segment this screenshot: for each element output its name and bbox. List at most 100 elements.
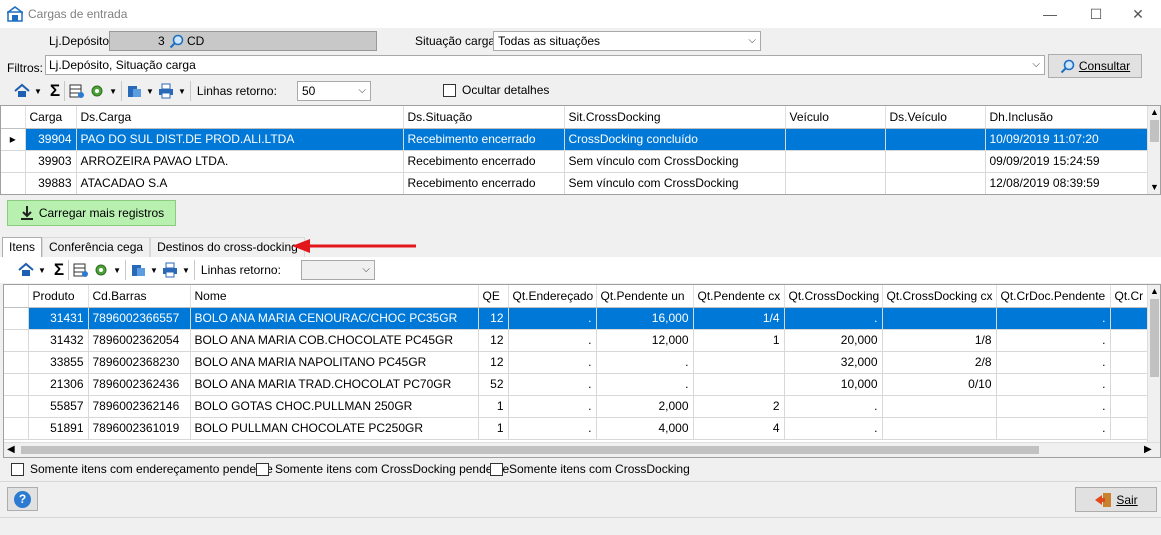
table-cell[interactable] [882, 307, 997, 330]
column-header[interactable]: Sit.CrossDocking [564, 106, 786, 129]
column-header[interactable]: Ds.Carga [76, 106, 404, 129]
checkbox-enderecamento-pendente[interactable]: Somente itens com endereçamento pendente [11, 462, 273, 476]
scroll-thumb[interactable] [1150, 299, 1159, 377]
table-cell[interactable]: 51891 [28, 417, 89, 440]
table-cell[interactable] [1110, 329, 1150, 352]
table-cell[interactable] [882, 395, 997, 418]
table-cell[interactable] [693, 373, 785, 396]
table-cell[interactable]: BOLO PULLMAN CHOCOLATE PC250GR [190, 417, 479, 440]
table-cell[interactable]: BOLO ANA MARIA CENOURAC/CHOC PC35GR [190, 307, 479, 330]
dropdown-arrow-icon[interactable]: ▼ [182, 266, 190, 275]
table-cell[interactable]: 1 [693, 329, 785, 352]
table-cell[interactable]: . [508, 329, 597, 352]
table-cell[interactable]: CrossDocking concluído [564, 128, 786, 151]
table-cell[interactable]: . [996, 307, 1111, 330]
table-cell[interactable]: . [996, 417, 1111, 440]
dropdown-arrow-icon[interactable]: ▼ [38, 266, 46, 275]
column-header[interactable]: Carga [25, 106, 77, 129]
table-cell[interactable]: 7896002362436 [88, 373, 191, 396]
table-row[interactable]: ▸ 39904 PAO DO SUL DIST.DE PROD.ALI.LTDA… [1, 128, 1148, 151]
scroll-right-icon[interactable]: ▶ [1144, 444, 1152, 455]
itens-vertical-scrollbar[interactable]: ▲ [1147, 285, 1160, 442]
table-cell[interactable] [785, 172, 886, 194]
tab-itens[interactable]: Itens [2, 237, 43, 257]
table-row[interactable]: 55857 7896002362146 BOLO GOTAS CHOC.PULL… [4, 395, 1150, 418]
scroll-up-icon[interactable]: ▲ [1150, 107, 1159, 117]
home-icon[interactable] [18, 262, 34, 278]
table-cell[interactable] [1110, 307, 1150, 330]
dropdown-arrow-icon[interactable]: ▼ [109, 87, 117, 96]
table-cell[interactable]: 7896002366557 [88, 307, 191, 330]
table-cell[interactable]: 52 [478, 373, 509, 396]
table-cell[interactable] [1110, 351, 1150, 374]
column-header[interactable]: Dh.Inclusão [985, 106, 1148, 129]
table-cell[interactable]: 7896002362146 [88, 395, 191, 418]
table-cell[interactable]: . [508, 417, 597, 440]
printer-icon[interactable] [162, 262, 178, 278]
linhas-retorno-select[interactable]: 50 ⌵ [297, 81, 371, 101]
table-cell[interactable]: . [996, 373, 1111, 396]
table-cell[interactable]: 33855 [28, 351, 89, 374]
table-cell[interactable]: 39883 [25, 172, 77, 194]
table-cell[interactable]: 2 [693, 395, 785, 418]
carregar-mais-button[interactable]: Carregar mais registros [7, 200, 176, 226]
minimize-button[interactable]: — [1027, 0, 1073, 28]
table-cell[interactable]: 12 [478, 329, 509, 352]
table-cell[interactable] [882, 417, 997, 440]
column-header[interactable]: Qt.CrossDocking [784, 285, 883, 308]
filtros-select[interactable]: Lj.Depósito, Situação carga ⌵ [45, 55, 1045, 75]
table-cell[interactable]: 09/09/2019 15:24:59 [985, 150, 1148, 173]
table-cell[interactable]: 1 [478, 395, 509, 418]
table-cell[interactable]: PAO DO SUL DIST.DE PROD.ALI.LTDA [76, 128, 404, 151]
table-cell[interactable]: 21306 [28, 373, 89, 396]
table-cell[interactable]: 0/10 [882, 373, 997, 396]
close-button[interactable]: ✕ [1115, 0, 1161, 28]
table-row[interactable]: 21306 7896002362436 BOLO ANA MARIA TRAD.… [4, 373, 1150, 396]
lj-deposito-field[interactable]: 3 CD [109, 31, 377, 51]
linhas-retorno-select[interactable]: ⌵ [301, 260, 375, 280]
scroll-left-icon[interactable]: ◀ [7, 444, 15, 455]
table-cell[interactable]: Recebimento encerrado [403, 128, 565, 151]
checkbox-crossdocking[interactable]: Somente itens com CrossDocking [490, 462, 690, 476]
table-cell[interactable]: ARROZEIRA PAVAO LTDA. [76, 150, 404, 173]
table-cell[interactable] [693, 351, 785, 374]
table-cell[interactable]: Recebimento encerrado [403, 150, 565, 173]
table-cell[interactable]: ATACADAO S.A [76, 172, 404, 194]
table-cell[interactable]: Sem vínculo com CrossDocking [564, 150, 786, 173]
table-cell[interactable]: 20,000 [784, 329, 883, 352]
scroll-thumb[interactable] [21, 446, 1039, 454]
checkbox-box[interactable] [490, 462, 503, 476]
table-cell[interactable]: 16,000 [596, 307, 694, 330]
column-header[interactable]: Ds.Situação [403, 106, 565, 129]
gear-icon[interactable] [89, 83, 105, 99]
table-cell[interactable]: BOLO ANA MARIA NAPOLITANO PC45GR [190, 351, 479, 374]
table-cell[interactable]: Sem vínculo com CrossDocking [564, 172, 786, 194]
home-icon[interactable] [14, 83, 30, 99]
table-cell[interactable]: 10/09/2019 11:07:20 [985, 128, 1148, 151]
table-row[interactable]: 31431 7896002366557 BOLO ANA MARIA CENOU… [4, 307, 1150, 330]
checkbox-box[interactable] [443, 83, 456, 97]
checkbox-crossdocking-pendente[interactable]: Somente itens com CrossDocking pendente [256, 462, 509, 476]
table-cell[interactable]: . [508, 307, 597, 330]
table-cell[interactable] [885, 150, 986, 173]
table-cell[interactable]: 2,000 [596, 395, 694, 418]
table-cell[interactable]: Recebimento encerrado [403, 172, 565, 194]
table-cell[interactable]: . [996, 329, 1111, 352]
table-cell[interactable]: 12/08/2019 08:39:59 [985, 172, 1148, 194]
table-cell[interactable] [785, 128, 886, 151]
table-cell[interactable]: BOLO ANA MARIA TRAD.CHOCOLAT PC70GR [190, 373, 479, 396]
table-row[interactable]: 33855 7896002368230 BOLO ANA MARIA NAPOL… [4, 351, 1150, 374]
search-icon[interactable] [169, 34, 184, 49]
maximize-button[interactable]: ☐ [1073, 0, 1119, 28]
table-row[interactable]: 31432 7896002362054 BOLO ANA MARIA COB.C… [4, 329, 1150, 352]
table-cell[interactable]: 39903 [25, 150, 77, 173]
gear-icon[interactable] [93, 262, 109, 278]
table-cell[interactable]: BOLO ANA MARIA COB.CHOCOLATE PC45GR [190, 329, 479, 352]
table-cell[interactable]: 1/4 [693, 307, 785, 330]
table-cell[interactable]: 7896002368230 [88, 351, 191, 374]
dropdown-arrow-icon[interactable]: ▼ [146, 87, 154, 96]
consultar-button[interactable]: Consultar [1048, 54, 1142, 78]
dropdown-arrow-icon[interactable]: ▼ [113, 266, 121, 275]
table-cell[interactable]: 39904 [25, 128, 77, 151]
table-cell[interactable] [885, 172, 986, 194]
